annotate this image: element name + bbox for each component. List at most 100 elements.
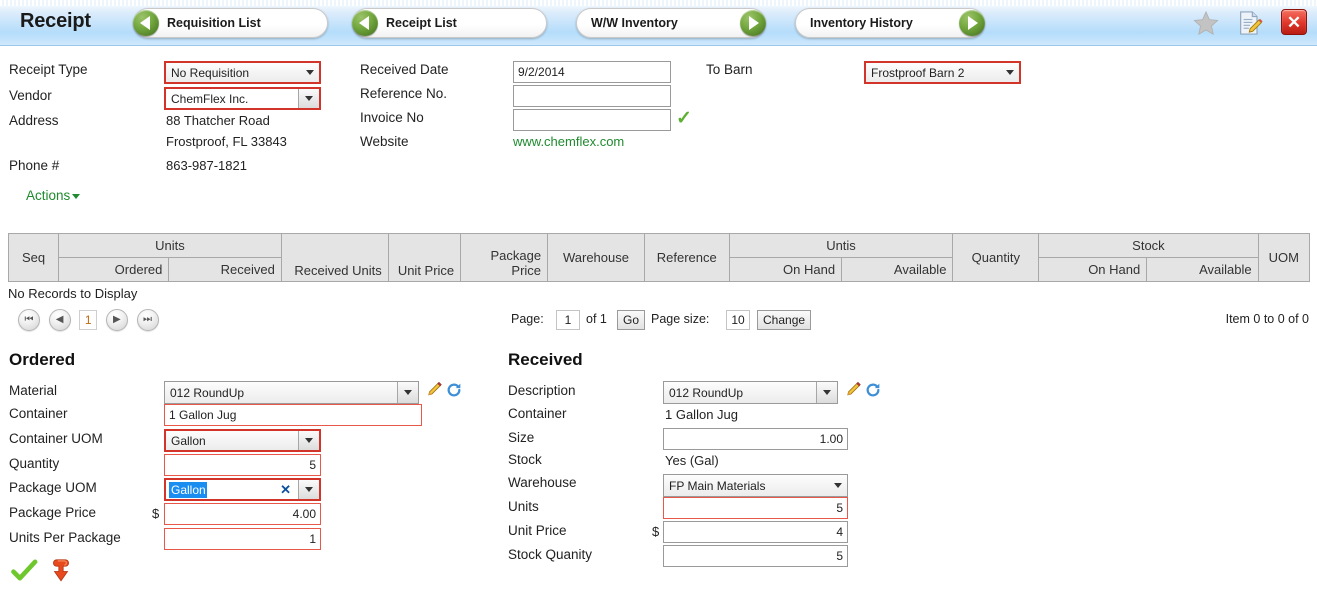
document-edit-icon[interactable]: [1236, 9, 1264, 40]
ordered-package-price-input[interactable]: [164, 503, 321, 525]
nav-button-label: Requisition List: [167, 16, 261, 30]
receipt-type-value: No Requisition: [171, 65, 250, 80]
last-page-button[interactable]: ⏭: [136, 309, 159, 331]
page-label: Page:: [511, 312, 544, 326]
col-stock-available[interactable]: Available: [1146, 257, 1259, 282]
first-page-icon: ⏮: [24, 314, 34, 325]
ordered-material-value: 012 RoundUp: [170, 385, 245, 400]
col-units-received[interactable]: Received: [168, 257, 282, 282]
ordered-container-input[interactable]: [164, 404, 422, 426]
prev-page-icon: ◀: [55, 314, 64, 325]
received-size-input[interactable]: [663, 428, 848, 450]
arrow-left-icon: [352, 10, 378, 36]
go-button[interactable]: Go: [617, 310, 646, 330]
download-arrow-icon[interactable]: [48, 556, 74, 587]
receipt-type-label: Receipt Type: [9, 62, 88, 77]
grid-header-table: Seq Units Received Units Unit Price Pack…: [7, 233, 1311, 282]
chevron-down-icon: [1006, 70, 1014, 75]
vendor-value: ChemFlex Inc.: [171, 91, 249, 106]
next-page-button[interactable]: ▶: [105, 309, 128, 331]
received-description-value: 012 RoundUp: [669, 385, 744, 400]
refresh-icon[interactable]: [446, 382, 462, 398]
received-date-input[interactable]: [513, 61, 671, 83]
received-stock-quantity-input[interactable]: [663, 545, 848, 567]
col-untis-available[interactable]: Available: [841, 257, 954, 282]
received-warehouse-label: Warehouse: [508, 475, 577, 490]
edit-pencil-icon[interactable]: [426, 381, 442, 397]
col-received-units[interactable]: Received Units: [280, 233, 389, 282]
confirm-check-icon[interactable]: ✓: [676, 107, 692, 130]
received-unit-price-label: Unit Price: [508, 523, 567, 538]
ordered-quantity-input[interactable]: [164, 454, 321, 476]
first-page-button[interactable]: ⏮: [18, 309, 40, 331]
close-icon: ✕: [1286, 12, 1302, 32]
ordered-material-select[interactable]: 012 RoundUp: [164, 381, 419, 404]
received-units-input[interactable]: [663, 497, 848, 519]
nav-button-inventory-history[interactable]: Inventory History: [795, 8, 985, 38]
edit-pencil-icon[interactable]: [845, 381, 861, 397]
save-check-icon[interactable]: [10, 556, 38, 587]
pager-buttons: ⏮ ◀ 1 ▶ ⏭: [18, 309, 164, 331]
item-count-label: Item 0 to 0 of 0: [1225, 312, 1309, 326]
ordered-material-label: Material: [9, 383, 58, 398]
received-heading: Received: [508, 350, 583, 369]
ordered-units-per-package-input[interactable]: [164, 528, 321, 550]
received-unit-price-input[interactable]: [663, 521, 848, 543]
chevron-down-icon[interactable]: [298, 480, 319, 499]
chevron-down-icon[interactable]: [298, 89, 319, 108]
col-uom[interactable]: UOM: [1257, 233, 1311, 282]
received-stock-quantity-label: Stock Quanity: [508, 547, 593, 562]
col-untis-onhand[interactable]: On Hand: [728, 257, 843, 282]
grid-pager: ⏮ ◀ 1 ▶ ⏭ Page: of 1 Go Page size: Chang…: [0, 305, 1317, 335]
received-description-select[interactable]: 012 RoundUp: [663, 381, 838, 404]
col-seq[interactable]: Seq: [7, 233, 60, 282]
actions-menu[interactable]: Actions: [26, 188, 81, 203]
col-reference[interactable]: Reference: [643, 233, 730, 282]
vendor-label: Vendor: [9, 88, 52, 103]
received-unit-price-currency: $: [652, 524, 660, 539]
clear-icon[interactable]: ✕: [280, 482, 291, 498]
address-label: Address: [9, 113, 59, 128]
col-units-ordered[interactable]: Ordered: [58, 257, 170, 282]
received-size-label: Size: [508, 430, 535, 445]
vendor-select[interactable]: ChemFlex Inc.: [164, 87, 321, 110]
next-page-icon: ▶: [113, 314, 121, 325]
page-input[interactable]: [556, 310, 580, 330]
ordered-heading: Ordered: [9, 350, 76, 369]
nav-button-requisition-list[interactable]: Requisition List: [133, 8, 328, 38]
invoice-no-input[interactable]: [513, 109, 671, 131]
received-stock-value: Yes (Gal): [665, 453, 719, 468]
chevron-down-icon[interactable]: [298, 431, 319, 450]
arrow-left-icon: [133, 10, 159, 36]
col-stock-onhand[interactable]: On Hand: [1038, 257, 1148, 282]
col-package-price[interactable]: Package Price: [460, 233, 549, 282]
website-link[interactable]: www.chemflex.com: [513, 134, 624, 149]
grid-empty-message: No Records to Display: [8, 286, 138, 301]
star-icon[interactable]: [1192, 9, 1220, 40]
ordered-container-uom-select[interactable]: Gallon: [164, 429, 321, 452]
current-page-number[interactable]: 1: [79, 310, 98, 330]
chevron-down-icon[interactable]: [816, 382, 837, 403]
col-warehouse[interactable]: Warehouse: [547, 233, 645, 282]
refresh-icon[interactable]: [865, 382, 881, 398]
prev-page-button[interactable]: ◀: [48, 309, 71, 331]
nav-button-receipt-list[interactable]: Receipt List: [352, 8, 547, 38]
ordered-container-label: Container: [9, 406, 68, 421]
reference-no-input[interactable]: [513, 85, 671, 107]
page-size-input[interactable]: [726, 310, 750, 330]
to-barn-select[interactable]: Frostproof Barn 2: [864, 61, 1021, 84]
ordered-package-uom-select[interactable]: Gallon ✕: [164, 478, 321, 501]
chevron-down-icon[interactable]: [397, 382, 418, 403]
receipt-type-select[interactable]: No Requisition: [164, 61, 321, 84]
phone-value: 863-987-1821: [166, 158, 247, 173]
title-bar: Receipt Requisition List Receipt List W/…: [0, 0, 1317, 46]
received-warehouse-select[interactable]: FP Main Materials: [663, 474, 848, 497]
col-stock-group: Stock: [1038, 233, 1259, 258]
col-quantity[interactable]: Quantity: [952, 233, 1040, 282]
chevron-down-icon: [306, 70, 314, 75]
col-units-group: Units: [58, 233, 282, 258]
col-unit-price[interactable]: Unit Price: [387, 233, 462, 282]
close-button[interactable]: ✕: [1281, 9, 1307, 35]
nav-button-ww-inventory[interactable]: W/W Inventory: [576, 8, 766, 38]
change-button[interactable]: Change: [757, 310, 812, 330]
